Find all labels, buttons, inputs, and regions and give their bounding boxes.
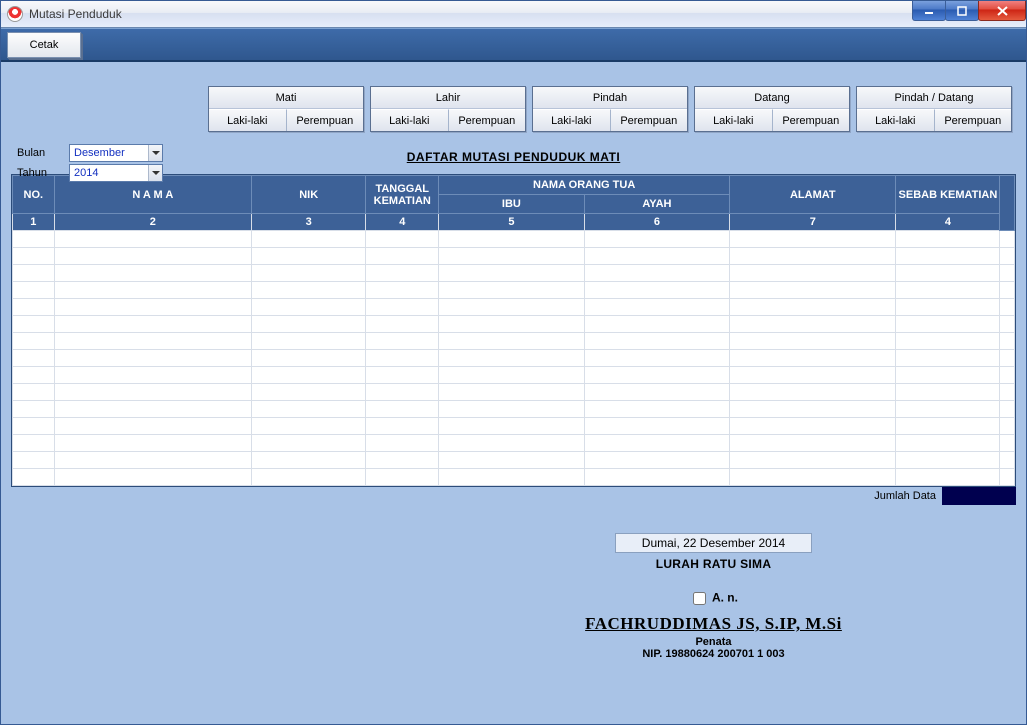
cat-mati: Mati Laki-laki Perempuan: [208, 86, 364, 132]
table-row[interactable]: [13, 265, 1015, 282]
titlebar: Mutasi Penduduk: [1, 1, 1026, 28]
cat-pindah-datang-title[interactable]: Pindah / Datang: [857, 87, 1011, 109]
cat-mati-laki[interactable]: Laki-laki: [209, 109, 286, 131]
toolbar: Cetak: [1, 28, 1026, 62]
tahun-label: Tahun: [17, 167, 63, 179]
table-row[interactable]: [13, 384, 1015, 401]
table-row[interactable]: [13, 469, 1015, 486]
data-grid: NO. N A M A NIK TANGGAL KEMATIAN NAMA OR…: [11, 174, 1016, 487]
table-row[interactable]: [13, 299, 1015, 316]
bulan-combo[interactable]: [69, 144, 163, 162]
cat-datang-perempuan[interactable]: Perempuan: [772, 109, 850, 131]
table-row[interactable]: [13, 316, 1015, 333]
cat-datang: Datang Laki-laki Perempuan: [694, 86, 850, 132]
cat-lahir: Lahir Laki-laki Perempuan: [370, 86, 526, 132]
count-strip: Jumlah Data: [11, 487, 1016, 505]
app-icon: [7, 6, 23, 22]
an-row: A. n.: [514, 589, 914, 608]
cat-mati-title[interactable]: Mati: [209, 87, 363, 109]
place-date: Dumai, 22 Desember 2014: [615, 533, 812, 553]
col-sebab: SEBAB KEMATIAN: [896, 176, 1000, 214]
window-title: Mutasi Penduduk: [29, 7, 122, 21]
cat-pindah-title[interactable]: Pindah: [533, 87, 687, 109]
cat-pd-laki[interactable]: Laki-laki: [857, 109, 934, 131]
jumlah-value: [942, 487, 1016, 505]
an-label: A. n.: [712, 591, 738, 605]
table-row[interactable]: [13, 401, 1015, 418]
cat-pindah-datang: Pindah / Datang Laki-laki Perempuan: [856, 86, 1012, 132]
signer-name: FACHRUDDIMAS JS, S.IP, M.Si: [514, 614, 914, 634]
table-row[interactable]: [13, 248, 1015, 265]
close-icon: [997, 6, 1008, 16]
tahun-input[interactable]: [70, 167, 148, 179]
cat-lahir-title[interactable]: Lahir: [371, 87, 525, 109]
cat-lahir-laki[interactable]: Laki-laki: [371, 109, 448, 131]
signer-rank: Penata: [514, 636, 914, 648]
chevron-down-icon[interactable]: [148, 145, 162, 161]
cat-datang-laki[interactable]: Laki-laki: [695, 109, 772, 131]
table-row[interactable]: [13, 333, 1015, 350]
minimize-icon: [924, 6, 934, 16]
col-ayah: AYAH: [584, 195, 730, 214]
category-row: Mati Laki-laki Perempuan Lahir Laki-laki…: [11, 72, 1016, 142]
table-row[interactable]: [13, 282, 1015, 299]
maximize-icon: [957, 6, 967, 16]
col-no: NO.: [13, 176, 55, 214]
col-alamat: ALAMAT: [730, 176, 896, 214]
table-row[interactable]: [13, 418, 1015, 435]
cat-pd-perempuan[interactable]: Perempuan: [934, 109, 1012, 131]
col-number-row: 1 2 3 4 5 6 7 4: [13, 214, 1015, 231]
bulan-label: Bulan: [17, 147, 63, 159]
window-controls: [913, 1, 1026, 21]
cat-pindah-perempuan[interactable]: Perempuan: [610, 109, 688, 131]
maximize-button[interactable]: [945, 1, 979, 21]
cat-pindah: Pindah Laki-laki Perempuan: [532, 86, 688, 132]
grid-body: [13, 231, 1015, 486]
table-row[interactable]: [13, 367, 1015, 384]
bulan-input[interactable]: [70, 147, 148, 159]
col-ortu: NAMA ORANG TUA: [439, 176, 730, 195]
col-tgl: TANGGAL KEMATIAN: [366, 176, 439, 214]
an-checkbox[interactable]: [693, 592, 706, 605]
cat-lahir-perempuan[interactable]: Perempuan: [448, 109, 526, 131]
grid-header: NO. N A M A NIK TANGGAL KEMATIAN NAMA OR…: [13, 176, 1015, 231]
col-nik: NIK: [252, 176, 366, 214]
table-row[interactable]: [13, 350, 1015, 367]
body-area: Mati Laki-laki Perempuan Lahir Laki-laki…: [1, 62, 1026, 660]
close-button[interactable]: [978, 1, 1026, 21]
signature-block: Dumai, 22 Desember 2014 LURAH RATU SIMA …: [514, 533, 914, 660]
cat-datang-title[interactable]: Datang: [695, 87, 849, 109]
cat-mati-perempuan[interactable]: Perempuan: [286, 109, 364, 131]
app-window: Mutasi Penduduk Cetak Mati Laki-laki Per…: [0, 0, 1027, 725]
cat-pindah-laki[interactable]: Laki-laki: [533, 109, 610, 131]
chevron-down-icon[interactable]: [148, 165, 162, 181]
minimize-button[interactable]: [912, 1, 946, 21]
table-row[interactable]: [13, 435, 1015, 452]
table-row[interactable]: [13, 452, 1015, 469]
jumlah-label: Jumlah Data: [874, 490, 942, 502]
print-button[interactable]: Cetak: [7, 32, 81, 58]
position-title: LURAH RATU SIMA: [514, 557, 914, 571]
col-spacer: [1000, 176, 1015, 231]
col-ibu: IBU: [439, 195, 585, 214]
tahun-combo[interactable]: [69, 164, 163, 182]
table-row[interactable]: [13, 231, 1015, 248]
signer-nip: NIP. 19880624 200701 1 003: [514, 648, 914, 660]
